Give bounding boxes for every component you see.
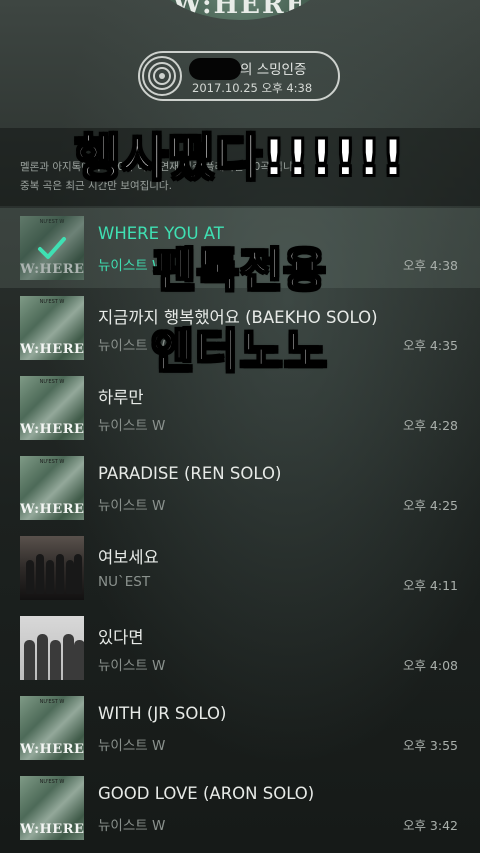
track-row[interactable]: NU'EST W W:HERE PARADISE (REN SOLO) 뉴이스트 W 오… bbox=[0, 448, 480, 528]
member-silhouette bbox=[56, 554, 64, 594]
track-play-time: 오후 4:38 bbox=[402, 258, 458, 273]
album-thumbnail: NU'EST W W:HERE bbox=[20, 216, 84, 280]
album-thumbnail bbox=[20, 616, 84, 680]
member-silhouette bbox=[46, 560, 54, 594]
album-thumbnail bbox=[20, 536, 84, 600]
track-play-time: 오후 4:28 bbox=[402, 418, 458, 433]
cert-date: 2017.10.25 오후 4:38 bbox=[192, 81, 313, 95]
track-title: 있다면 bbox=[98, 628, 144, 647]
track-artist: 뉴이스트 W bbox=[98, 658, 166, 674]
track-row[interactable]: NU'EST W W:HERE WHERE YOU AT 뉴이스트 W 오후 4:38 bbox=[0, 208, 480, 288]
thumb-artist-text: NU'EST W bbox=[39, 699, 65, 705]
track-play-time: 오후 3:42 bbox=[402, 818, 458, 833]
info-line-2: 중복 곡은 최근 시간만 보여집니다. bbox=[20, 180, 172, 192]
track-title: WITH (JR SOLO) bbox=[98, 704, 227, 723]
track-row[interactable]: NU'EST W W:HERE 하루만뉴이스트 W 오후 4:28 bbox=[0, 368, 480, 448]
member-silhouette bbox=[63, 634, 74, 680]
track-play-time: 오후 4:11 bbox=[402, 578, 458, 593]
thumb-album-word: W:HERE bbox=[20, 502, 84, 517]
thumb-album-word: W:HERE bbox=[20, 822, 84, 837]
member-silhouette bbox=[36, 554, 44, 594]
member-silhouette bbox=[37, 634, 48, 680]
track-title: 하루만 bbox=[98, 388, 144, 407]
album-thumbnail: NU'EST W W:HERE bbox=[20, 376, 84, 440]
track-row[interactable]: 있다면뉴이스트 W 오후 4:08 bbox=[0, 608, 480, 688]
member-silhouette bbox=[66, 560, 74, 594]
album-title-art: W:HERE bbox=[172, 0, 308, 20]
member-silhouette bbox=[74, 554, 82, 594]
track-play-time: 오후 4:08 bbox=[402, 658, 458, 673]
track-title: 여보세요 bbox=[98, 548, 159, 567]
track-row[interactable]: NU'EST W W:HERE 지금까지 행복했어요 (BAEKHO SOLO) 뉴이… bbox=[0, 288, 480, 368]
checkmark-icon bbox=[20, 216, 84, 280]
member-silhouette bbox=[74, 640, 84, 680]
track-title: GOOD LOVE (ARON SOLO) bbox=[98, 784, 315, 803]
track-title: WHERE YOU AT bbox=[98, 224, 224, 243]
track-row[interactable]: NU'EST W W:HERE GOOD LOVE (ARON SOLO) 뉴이스트 … bbox=[0, 768, 480, 848]
album-thumbnail: NU'EST W W:HERE bbox=[20, 296, 84, 360]
album-thumbnail: NU'EST W W:HERE bbox=[20, 696, 84, 760]
track-play-time: 오후 4:25 bbox=[402, 498, 458, 513]
streaming-cert-badge: 의 스밍인증 2017.10.25 오후 4:38 bbox=[138, 51, 340, 101]
member-silhouette bbox=[24, 640, 35, 680]
track-artist: 뉴이스트 W bbox=[98, 818, 166, 834]
track-title: PARADISE (REN SOLO) bbox=[98, 464, 282, 483]
album-thumbnail: NU'EST W W:HERE bbox=[20, 776, 84, 840]
info-text: 멜론과 아지톡에서 100사 이내 연재 기준 플레이한 10곡 입니다. 중복… bbox=[20, 158, 440, 196]
track-row[interactable]: NU'EST W W:HERE WITH (JR SOLO) 뉴이스트 W 오후 3:5… bbox=[0, 688, 480, 768]
track-play-time: 오후 4:35 bbox=[402, 338, 458, 353]
member-silhouette bbox=[50, 640, 61, 680]
album-art-top: W:HERE bbox=[140, 0, 340, 20]
track-play-time: 오후 3:55 bbox=[402, 738, 458, 753]
redacted-username bbox=[189, 58, 241, 80]
thumb-artist-text: NU'EST W bbox=[39, 379, 65, 385]
track-artist: 뉴이스트 W bbox=[98, 418, 166, 434]
track-artist: 뉴이스트 W bbox=[98, 738, 166, 754]
thumb-album-word: W:HERE bbox=[20, 422, 84, 437]
thumb-album-word: W:HERE bbox=[20, 342, 84, 357]
thumb-artist-text: NU'EST W bbox=[39, 299, 65, 305]
thumb-album-word: W:HERE bbox=[20, 742, 84, 757]
vinyl-record-icon bbox=[142, 56, 182, 96]
member-silhouette bbox=[26, 560, 34, 594]
thumb-artist-text: NU'EST W bbox=[39, 459, 65, 465]
album-thumbnail: NU'EST W W:HERE bbox=[20, 456, 84, 520]
track-artist: 뉴이스트 W bbox=[98, 338, 166, 354]
track-title: 지금까지 행복했어요 (BAEKHO SOLO) bbox=[98, 308, 378, 327]
track-artist: 뉴이스트 W bbox=[98, 498, 166, 514]
track-artist: 뉴이스트 W bbox=[98, 258, 166, 274]
info-line-1: 멜론과 아지톡에서 100사 이내 연재 기준 플레이한 10곡 입니다. bbox=[20, 161, 306, 173]
cert-title: 의 스밍인증 bbox=[240, 62, 307, 78]
thumb-artist-text: NU'EST W bbox=[39, 779, 65, 785]
track-artist: NU`EST bbox=[98, 574, 151, 590]
track-row[interactable]: 여보세요 NU`EST 오후 4:11 bbox=[0, 528, 480, 608]
